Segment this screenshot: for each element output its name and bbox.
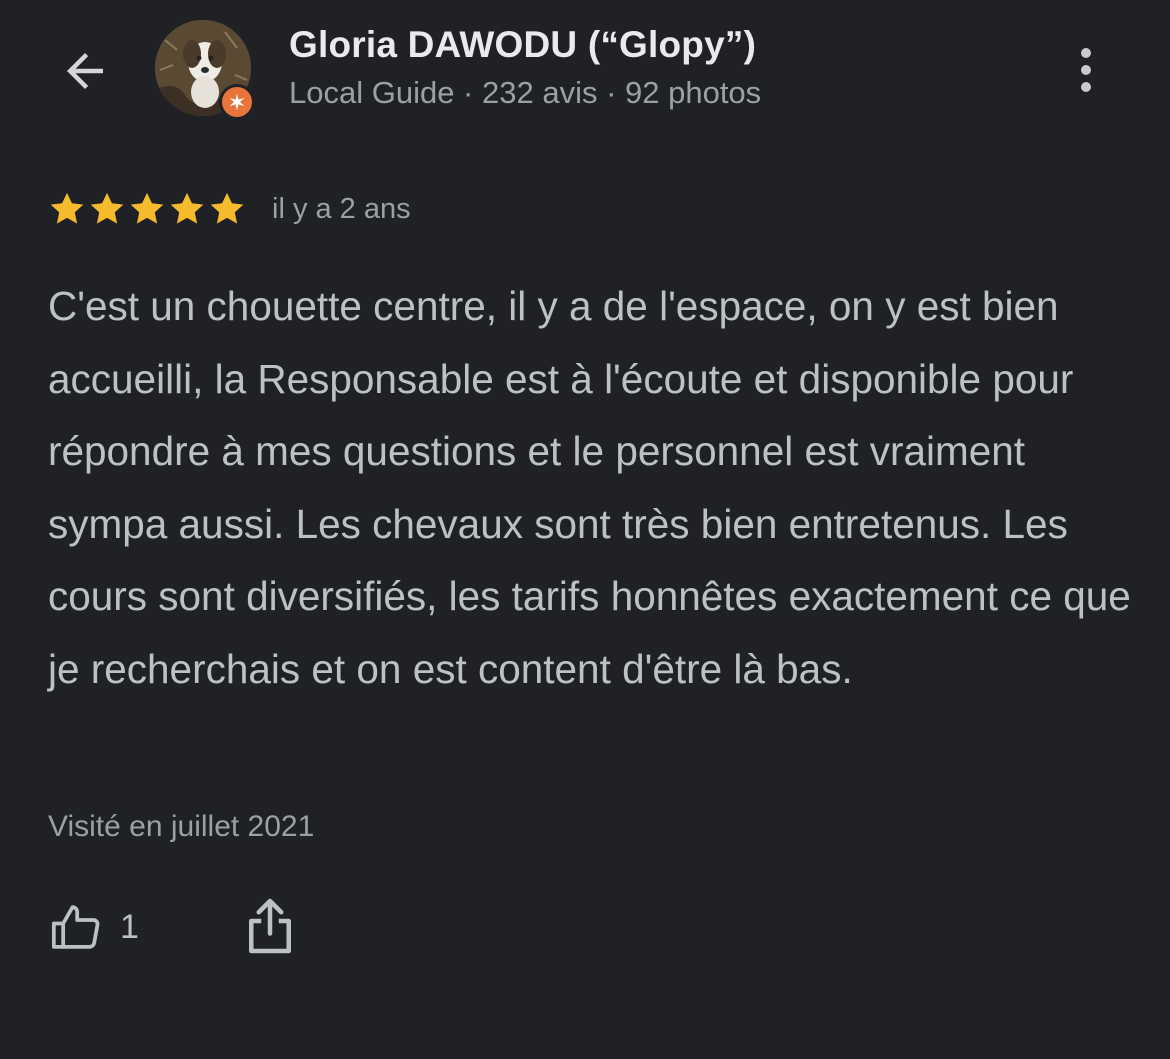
- reviewer-name[interactable]: Gloria DAWODU (“Glopy”): [289, 24, 756, 66]
- local-guide-badge: [219, 84, 255, 120]
- avatar[interactable]: [155, 20, 255, 120]
- review-screen: Gloria DAWODU (“Glopy”) Local Guide · 23…: [0, 0, 1170, 1059]
- like-button[interactable]: 1: [48, 895, 139, 959]
- star-icon: [210, 192, 244, 224]
- star-icon: [170, 192, 204, 224]
- star-icon: [130, 192, 164, 224]
- share-icon: [249, 898, 291, 954]
- star-rating: [48, 190, 246, 228]
- back-button[interactable]: [50, 36, 120, 106]
- local-guide-star-icon: [229, 93, 245, 111]
- review-text: C'est un chouette centre, il y a de l'es…: [48, 283, 1131, 692]
- share-button[interactable]: [240, 893, 300, 959]
- thumbs-up-icon: [51, 905, 100, 949]
- more-vertical-icon: [1081, 48, 1091, 58]
- reviewer-meta: Local Guide · 232 avis · 92 photos: [289, 75, 762, 110]
- more-options-button[interactable]: [1058, 38, 1114, 102]
- star-icon: [50, 192, 84, 224]
- more-vertical-icon-dot: [1081, 82, 1091, 92]
- star-icon: [90, 192, 124, 224]
- review-date: il y a 2 ans: [272, 192, 411, 225]
- rating-row: il y a 2 ans: [48, 190, 411, 228]
- like-count: 1: [120, 907, 139, 946]
- visited-date: Visité en juillet 2021: [48, 810, 315, 843]
- more-vertical-icon-dot: [1081, 65, 1091, 75]
- arrow-left-icon: [67, 53, 103, 89]
